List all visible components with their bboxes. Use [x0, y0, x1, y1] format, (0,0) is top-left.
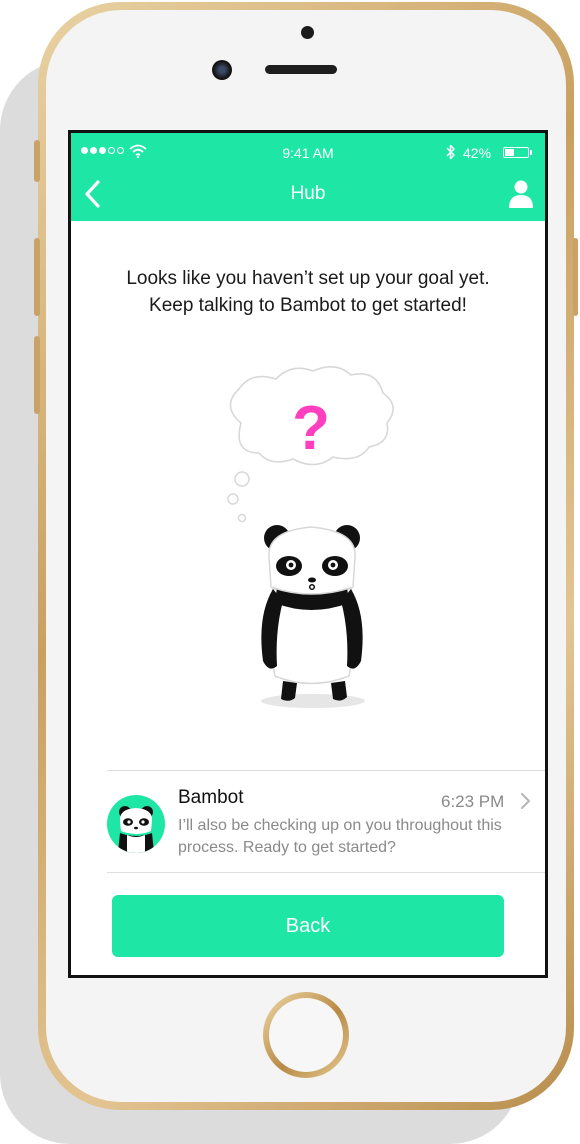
chat-message-preview: I’ll also be checking up on you througho…: [178, 817, 502, 856]
volume-down-button: [34, 336, 40, 414]
bambot-avatar: [107, 795, 165, 853]
chat-sender-name: Bambot: [178, 787, 244, 808]
chat-list-item[interactable]: Bambot 6:23 PM I’ll also be checking up …: [107, 770, 545, 872]
home-button[interactable]: [263, 992, 349, 1078]
volume-up-button: [34, 238, 40, 316]
battery-percentage: 42%: [463, 145, 492, 161]
navigation-header: 9:41 AM 42% Hub: [71, 133, 545, 221]
back-button[interactable]: Back: [112, 895, 504, 957]
front-camera: [212, 60, 232, 80]
mute-switch: [34, 140, 40, 182]
status-bar: 9:41 AM 42%: [71, 133, 545, 173]
chevron-right-icon: [521, 793, 530, 809]
user-icon[interactable]: [507, 178, 535, 208]
message-line-2: Keep talking to Bambot to get started!: [149, 295, 467, 316]
battery-icon: [503, 147, 529, 158]
power-button: [573, 238, 578, 316]
empty-goal-message: Looks like you haven’t set up your goal …: [71, 265, 545, 319]
confused-panda-illustration: ?: [227, 366, 394, 708]
bluetooth-icon: [446, 144, 455, 160]
app-screen: 9:41 AM 42% Hub Looks like you haven’t s: [71, 133, 545, 975]
screen-bezel: 9:41 AM 42% Hub Looks like you haven’t s: [68, 130, 548, 978]
earpiece-speaker: [265, 65, 337, 74]
chat-divider-bottom: [107, 872, 545, 873]
chat-timestamp: 6:23 PM: [441, 792, 505, 811]
proximity-sensor: [301, 26, 314, 39]
page-title: Hub: [290, 183, 326, 204]
message-line-1: Looks like you haven’t set up your goal …: [126, 268, 490, 289]
question-mark: ?: [292, 394, 330, 463]
